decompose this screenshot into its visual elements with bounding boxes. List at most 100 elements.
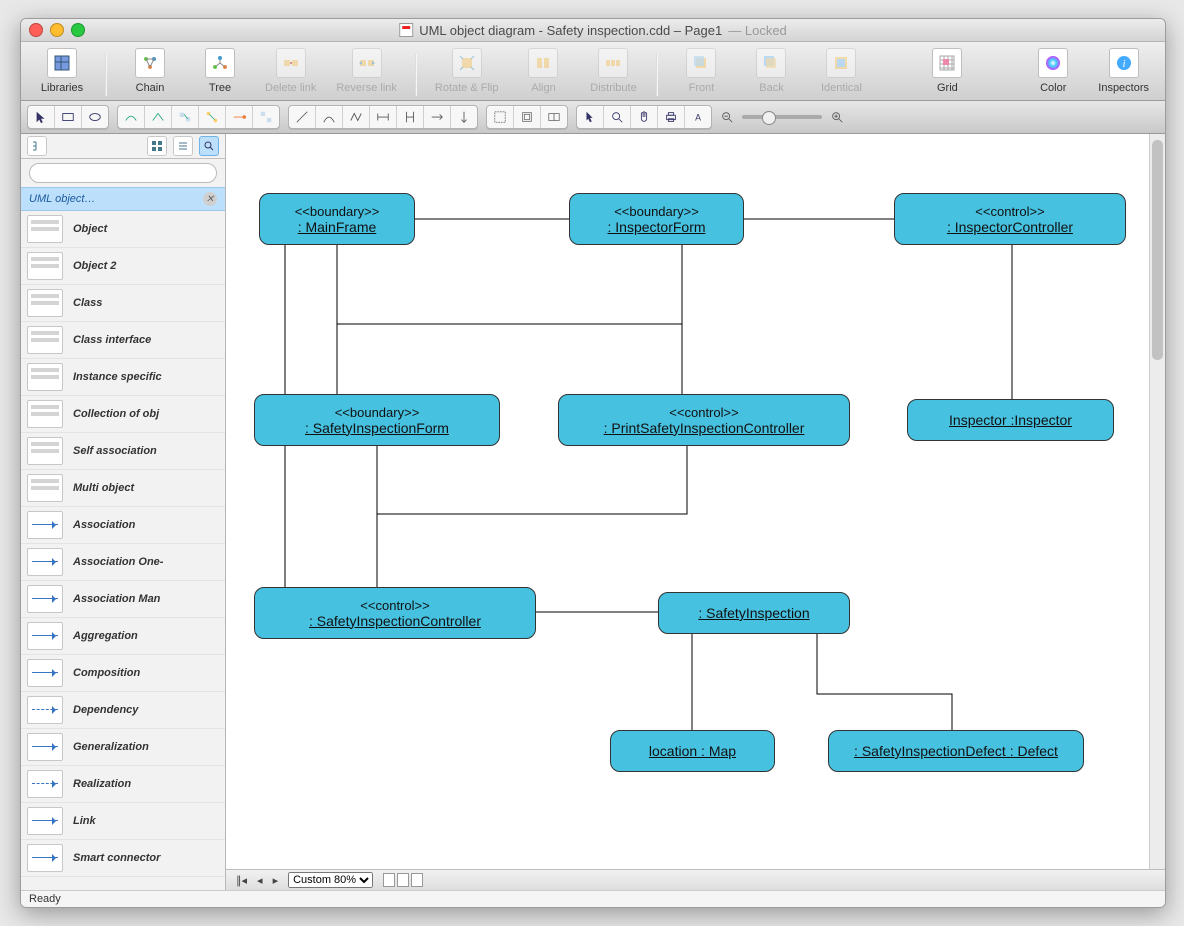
diagram-node[interactable]: <<control>>: InspectorController: [894, 193, 1126, 245]
nav-next-icon[interactable]: ▸: [273, 874, 279, 887]
connector4-icon[interactable]: [199, 106, 226, 128]
diagram-node[interactable]: <<control>>: PrintSafetyInspectionContro…: [558, 394, 850, 446]
document-icon: [399, 23, 413, 37]
line4-icon[interactable]: [370, 106, 397, 128]
line-tools[interactable]: [288, 105, 478, 129]
zoom-select[interactable]: Custom 80%: [288, 872, 373, 888]
line5-icon[interactable]: [397, 106, 424, 128]
connector3-icon[interactable]: [172, 106, 199, 128]
grid-icon: [932, 48, 962, 78]
library-item[interactable]: Dependency: [21, 692, 225, 729]
magnify-icon[interactable]: [604, 106, 631, 128]
print-icon[interactable]: [658, 106, 685, 128]
node-stereotype: <<boundary>>: [614, 204, 699, 219]
connect-tools[interactable]: [117, 105, 280, 129]
diagram-node[interactable]: : SafetyInspectionDefect : Defect: [828, 730, 1084, 772]
toolbar-color-button[interactable]: Color: [1018, 42, 1088, 94]
ellipse-icon[interactable]: [82, 106, 108, 128]
library-item[interactable]: Object: [21, 211, 225, 248]
node-name: : MainFrame: [298, 219, 377, 235]
node-stereotype: <<control>>: [360, 598, 429, 613]
a-icon[interactable]: A: [685, 106, 711, 128]
close-icon[interactable]: [29, 23, 43, 37]
toolbar-inspectors-button[interactable]: iInspectors: [1088, 42, 1159, 94]
zoom-out-icon[interactable]: [720, 110, 734, 124]
library-header[interactable]: UML object… ✕: [21, 187, 225, 211]
pointer-icon[interactable]: [28, 106, 55, 128]
back-icon: [756, 48, 786, 78]
library-item-label: Aggregation: [73, 630, 138, 642]
status-footer: Ready: [21, 890, 1165, 907]
connector-icon[interactable]: [118, 106, 145, 128]
library-item[interactable]: Association One-: [21, 544, 225, 581]
zoom-icon[interactable]: [71, 23, 85, 37]
library-item[interactable]: Association Man: [21, 581, 225, 618]
page-thumbs[interactable]: [383, 873, 423, 887]
library-item[interactable]: Class interface: [21, 322, 225, 359]
library-item[interactable]: Class: [21, 285, 225, 322]
line6-icon[interactable]: [424, 106, 451, 128]
minimize-icon[interactable]: [50, 23, 64, 37]
line7-icon[interactable]: [451, 106, 477, 128]
snap-tools[interactable]: [486, 105, 568, 129]
line1-icon[interactable]: [289, 106, 316, 128]
diagram-node[interactable]: <<control>>: SafetyInspectionController: [254, 587, 536, 639]
library-item[interactable]: Generalization: [21, 729, 225, 766]
library-item[interactable]: Multi object: [21, 470, 225, 507]
library-item[interactable]: Object 2: [21, 248, 225, 285]
library-item[interactable]: Collection of obj: [21, 396, 225, 433]
library-item[interactable]: Aggregation: [21, 618, 225, 655]
toolbar-chain-button[interactable]: Chain: [115, 42, 185, 94]
panel-tab-tree-icon[interactable]: [27, 136, 47, 156]
connector6-icon[interactable]: [253, 106, 279, 128]
diagram-node[interactable]: Inspector :Inspector: [907, 399, 1114, 441]
library-item[interactable]: Smart connector: [21, 840, 225, 877]
library-item[interactable]: Composition: [21, 655, 225, 692]
nav-prev-icon[interactable]: ◂: [257, 874, 263, 887]
diagram-node[interactable]: <<boundary>>: SafetyInspectionForm: [254, 394, 500, 446]
zoom-slider[interactable]: [720, 110, 844, 124]
library-item[interactable]: Realization: [21, 766, 225, 803]
toolbar-tree-button[interactable]: Tree: [185, 42, 255, 94]
rect-icon[interactable]: [55, 106, 82, 128]
toolbar-libraries-button[interactable]: Libraries: [27, 42, 97, 94]
diagram-edge[interactable]: [817, 634, 952, 730]
vertical-scrollbar[interactable]: [1149, 134, 1165, 869]
select-tools[interactable]: [27, 105, 109, 129]
diagram-node[interactable]: location : Map: [610, 730, 775, 772]
library-item[interactable]: Association: [21, 507, 225, 544]
library-item-label: Realization: [73, 778, 131, 790]
canvas-area: <<boundary>>: MainFrame<<boundary>>: Ins…: [226, 134, 1165, 890]
snap3-icon[interactable]: [541, 106, 567, 128]
line2-icon[interactable]: [316, 106, 343, 128]
search-input[interactable]: [29, 163, 217, 183]
panel-tab-search-icon[interactable]: [199, 136, 219, 156]
cursor-icon[interactable]: [577, 106, 604, 128]
line3-icon[interactable]: [343, 106, 370, 128]
nav-first-icon[interactable]: ∥◂: [236, 874, 247, 887]
connector2-icon[interactable]: [145, 106, 172, 128]
diagram-node[interactable]: <<boundary>>: InspectorForm: [569, 193, 744, 245]
panel-tab-grid-icon[interactable]: [147, 136, 167, 156]
hand-icon[interactable]: [631, 106, 658, 128]
toolbar-grid-button[interactable]: Grid: [912, 42, 982, 94]
diagram-node[interactable]: <<boundary>>: MainFrame: [259, 193, 415, 245]
snap1-icon[interactable]: [487, 106, 514, 128]
zoom-in-icon[interactable]: [830, 110, 844, 124]
library-item[interactable]: Instance specific: [21, 359, 225, 396]
snap2-icon[interactable]: [514, 106, 541, 128]
view-tools[interactable]: A: [576, 105, 712, 129]
node-name: Inspector :Inspector: [949, 412, 1072, 428]
panel-tab-list-icon[interactable]: [173, 136, 193, 156]
node-name: : SafetyInspectionDefect : Defect: [854, 743, 1058, 759]
diagram-edge[interactable]: [337, 245, 682, 394]
close-library-icon[interactable]: ✕: [203, 192, 217, 206]
diagram-node[interactable]: : SafetyInspection: [658, 592, 850, 634]
library-item-label: Multi object: [73, 482, 134, 494]
library-item-label: Association One-: [73, 556, 163, 568]
library-item[interactable]: Link: [21, 803, 225, 840]
diagram-edge[interactable]: [337, 245, 682, 334]
diagram-canvas[interactable]: <<boundary>>: MainFrame<<boundary>>: Ins…: [226, 134, 1165, 869]
connector5-icon[interactable]: [226, 106, 253, 128]
library-item[interactable]: Self association: [21, 433, 225, 470]
